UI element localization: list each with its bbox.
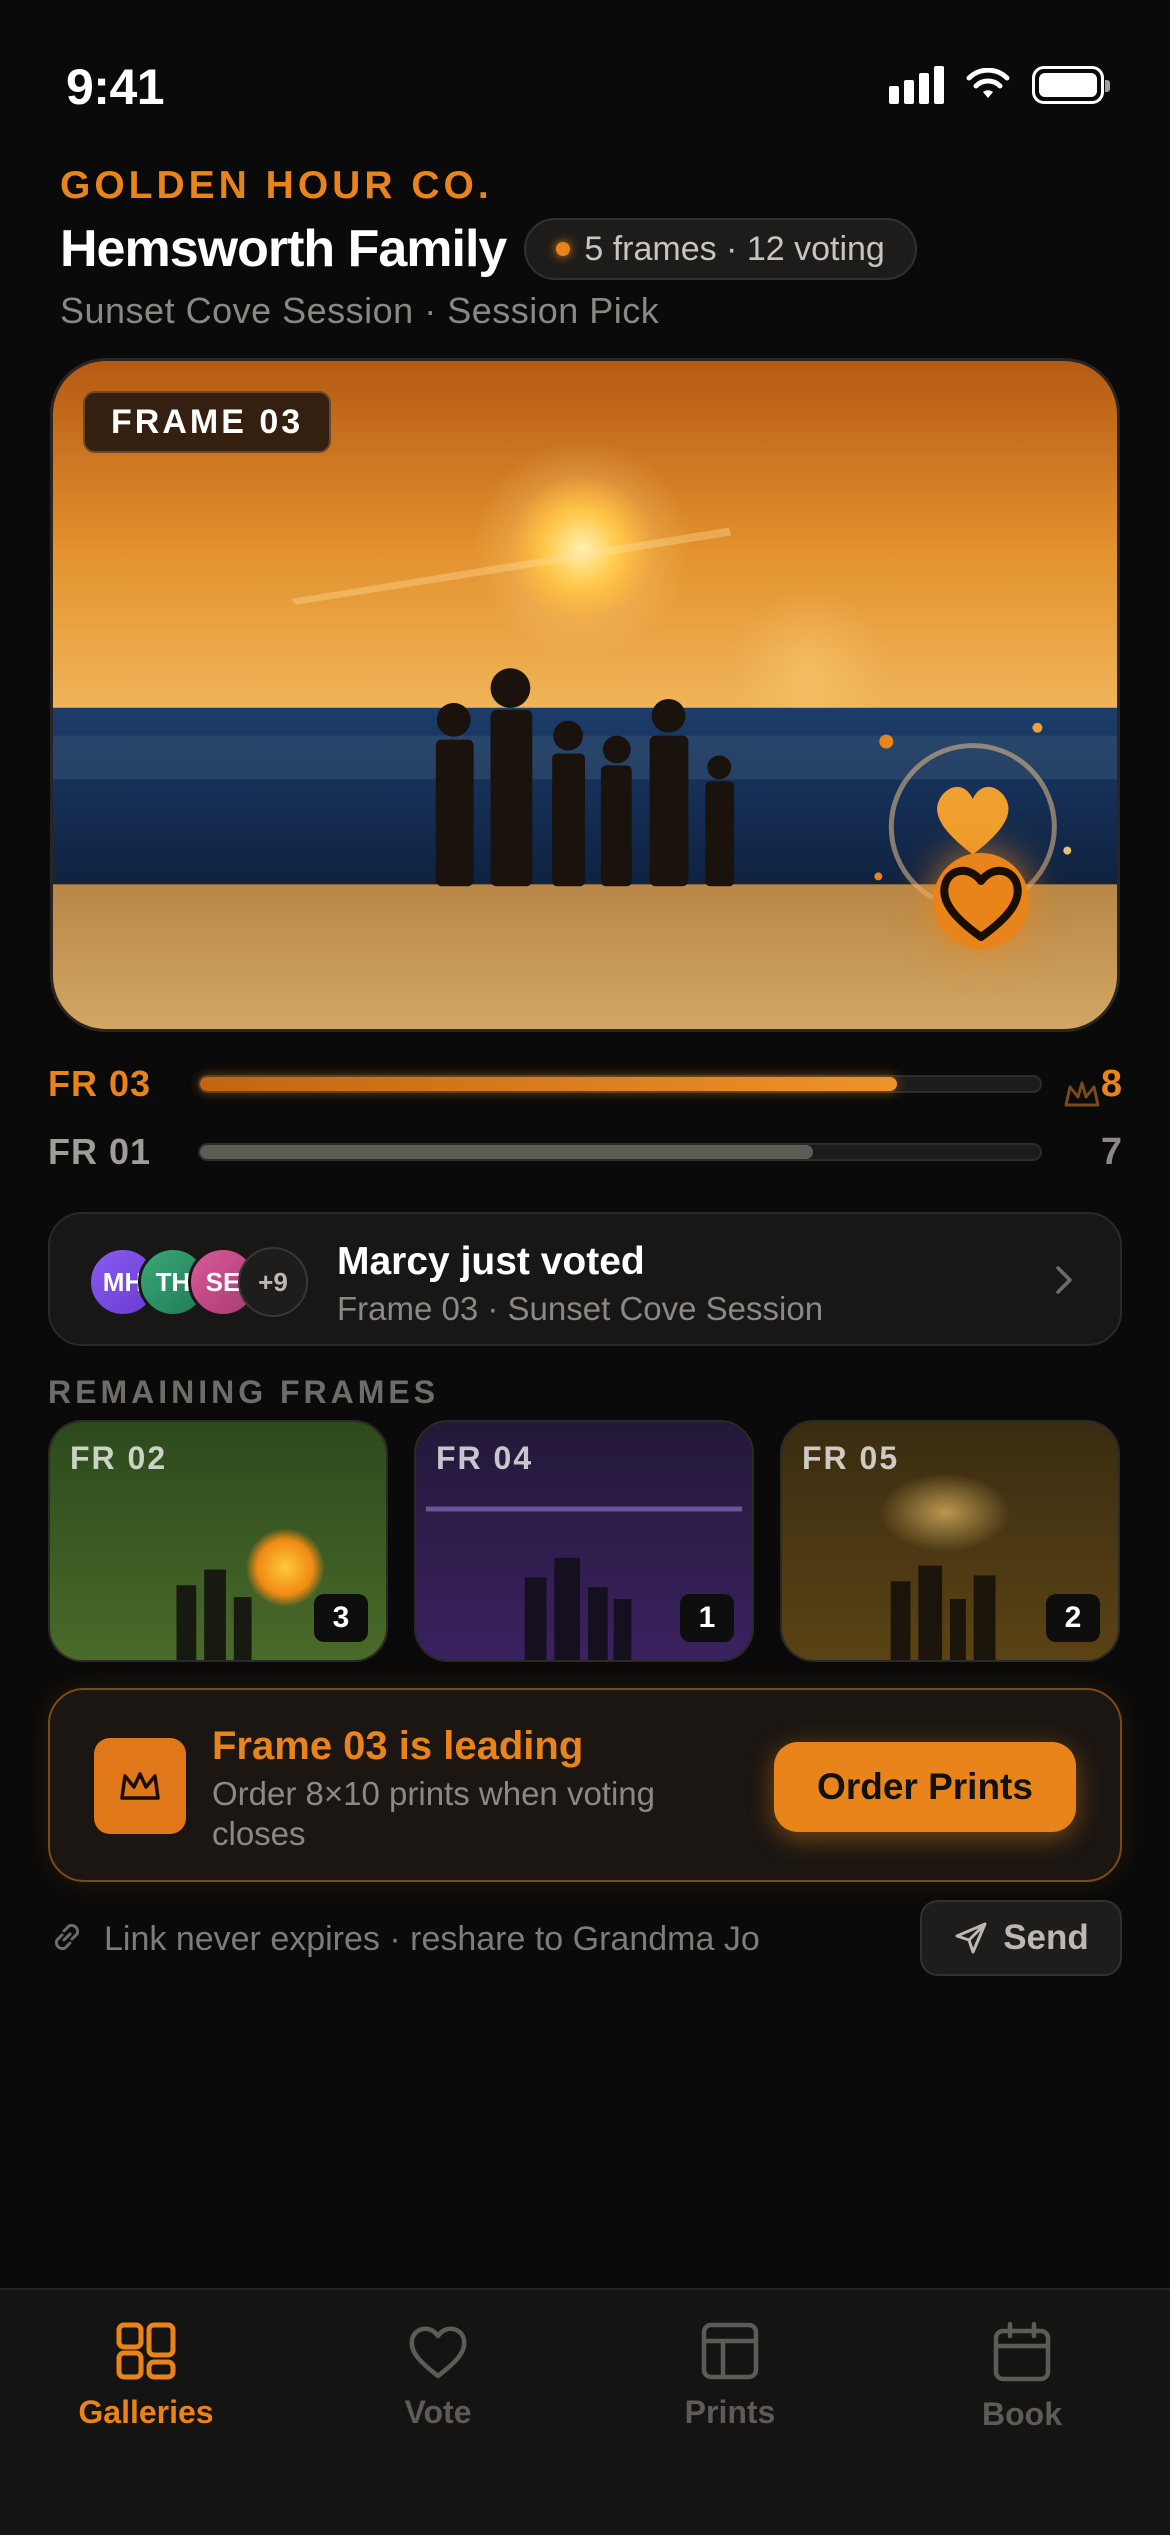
heart-icon [940, 867, 1022, 941]
battery-icon [1032, 66, 1110, 104]
layout-icon [701, 2322, 759, 2380]
frame-tag: FRAME 03 [83, 391, 332, 453]
share-row: Link never expires · reshare to Grandma … [48, 1900, 1122, 1976]
status-time: 9:41 [66, 59, 165, 115]
hero-frame[interactable]: FRAME 03 [50, 358, 1120, 1032]
tab-label: Book [982, 2396, 1062, 2432]
score-label: FR 03 [48, 1063, 152, 1104]
tab-label: Galleries [78, 2394, 214, 2430]
title-row: Hemsworth Family 5 frames · 12 voting [60, 218, 917, 280]
activity-title: Marcy just voted [337, 1240, 645, 1283]
signal-icon [889, 66, 944, 104]
wifi-icon [966, 68, 1010, 98]
brand-name: GOLDEN HOUR CO. [60, 164, 493, 207]
tab-label: Vote [404, 2394, 472, 2430]
grid-icon [116, 2322, 176, 2380]
more-voters-badge: +9 [238, 1247, 308, 1317]
activity-subtitle: Frame 03 · Sunset Cove Session [337, 1290, 824, 1327]
vote-count-badge: 3 [314, 1594, 368, 1642]
status-bar: 9:41 [0, 0, 1170, 150]
vote-heart-button[interactable] [933, 853, 1029, 949]
crown-icon [1064, 1081, 1100, 1107]
vote-count-badge: 1 [680, 1594, 734, 1642]
score-row-leading: FR 03 8 [48, 1059, 1122, 1109]
calendar-icon [993, 2322, 1051, 2382]
crown-icon [120, 1772, 160, 1800]
score-track [198, 1143, 1042, 1161]
leading-subtitle: Order 8×10 prints when voting closes [212, 1775, 656, 1852]
leading-title: Frame 03 is leading [212, 1724, 584, 1768]
chevron-right-icon [1056, 1266, 1072, 1294]
status-icons [889, 66, 1110, 104]
frame-label: FR 02 [70, 1440, 168, 1476]
frame-label: FR 05 [802, 1440, 900, 1476]
score-track [198, 1075, 1042, 1093]
send-label: Send [1003, 1918, 1089, 1957]
tab-galleries[interactable]: Galleries [46, 2322, 246, 2431]
score-fill [200, 1077, 898, 1091]
order-prints-button[interactable]: Order Prints [774, 1742, 1076, 1832]
section-label: REMAINING FRAMES [48, 1374, 440, 1410]
leading-frame-card: Frame 03 is leading Order 8×10 prints wh… [48, 1688, 1122, 1882]
recent-vote-card[interactable]: MH TH SE +9 Marcy just voted Frame 03 · … [48, 1212, 1122, 1346]
gallery-meta-text: 5 frames · 12 voting [584, 229, 885, 268]
score-row-runner-up: FR 01 7 [48, 1127, 1122, 1177]
voter-avatars: MH TH SE +9 [88, 1247, 308, 1317]
gallery-meta-badge: 5 frames · 12 voting [524, 218, 917, 280]
session-subtitle: Sunset Cove Session · Session Pick [60, 290, 660, 331]
frame-thumb-fr04[interactable]: FR 04 1 [414, 1420, 754, 1662]
tab-label: Prints [684, 2394, 776, 2430]
score-fill [200, 1145, 814, 1159]
link-icon [54, 1923, 80, 1951]
live-dot-icon [556, 242, 571, 256]
crown-badge [94, 1738, 186, 1834]
vote-count-badge: 2 [1046, 1594, 1100, 1642]
gallery-title: Hemsworth Family [60, 220, 507, 278]
frame-thumb-fr05[interactable]: FR 05 2 [780, 1420, 1120, 1662]
heart-icon [409, 2326, 467, 2379]
send-icon [955, 1922, 987, 1954]
tab-book[interactable]: Book [922, 2322, 1122, 2433]
tab-vote[interactable]: Vote [338, 2322, 538, 2431]
score-value: 8 [1100, 1062, 1122, 1105]
frame-label: FR 04 [436, 1440, 534, 1476]
frame-thumb-fr02[interactable]: FR 02 3 [48, 1420, 388, 1662]
send-button[interactable]: Send [920, 1900, 1122, 1976]
score-label: FR 01 [48, 1131, 152, 1172]
tab-prints[interactable]: Prints [630, 2322, 830, 2431]
share-note: Link never expires · reshare to Grandma … [104, 1920, 760, 1958]
tab-bar: Galleries Vote Prints Book [0, 2288, 1170, 2535]
score-value: 7 [1100, 1130, 1122, 1173]
